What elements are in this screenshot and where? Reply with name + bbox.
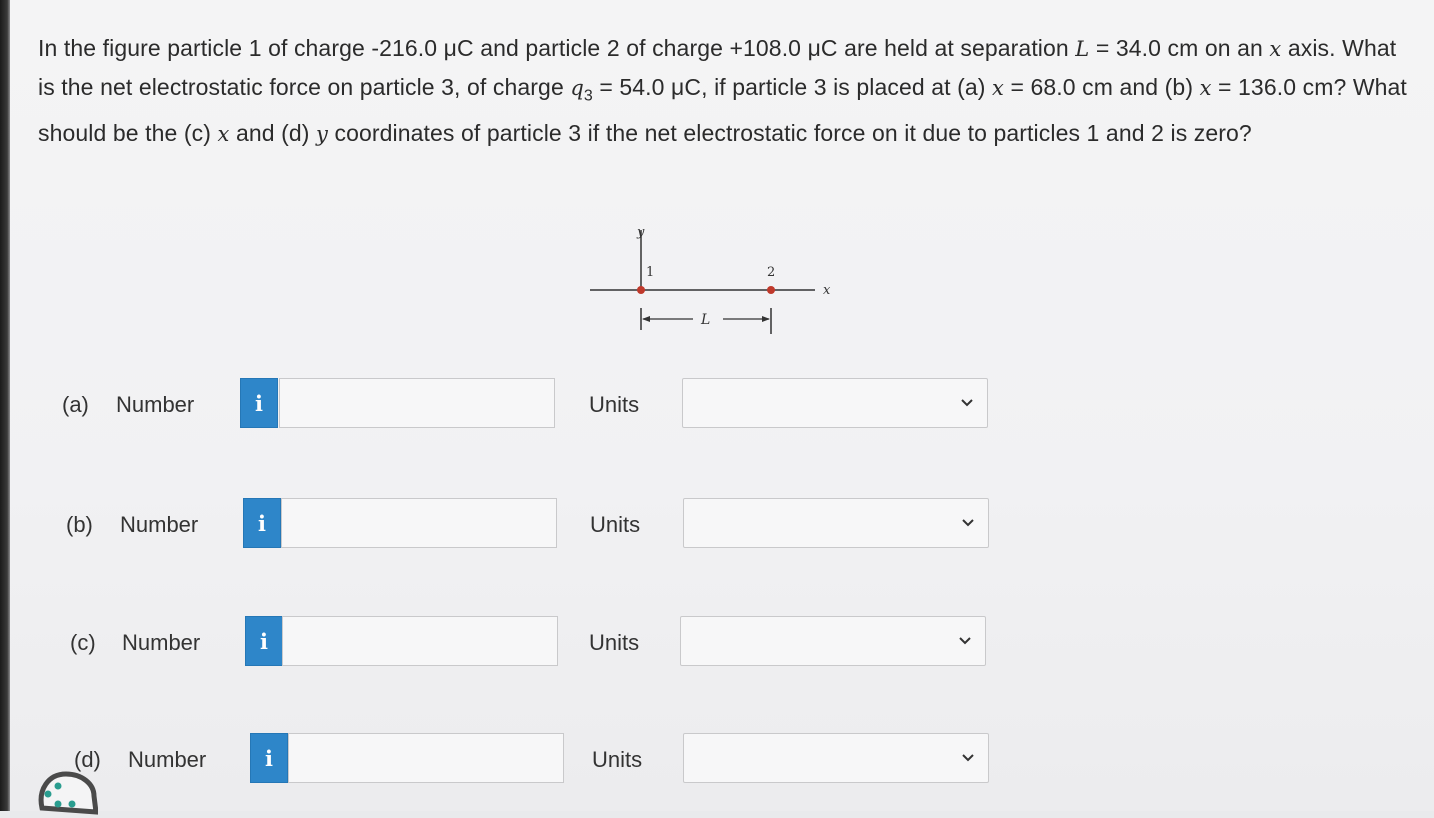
math-var-y: y	[316, 121, 328, 146]
units-select-b[interactable]	[683, 498, 989, 548]
particle-1-label: 1	[646, 265, 654, 280]
units-select-a[interactable]	[682, 378, 988, 428]
math-var-x: x	[992, 75, 1004, 100]
info-icon[interactable]: i	[250, 733, 288, 783]
info-icon[interactable]: i	[243, 498, 281, 548]
question-segment: In the figure particle 1 of charge -216.…	[38, 35, 1076, 61]
part-label: (c)	[70, 630, 96, 655]
chevron-down-icon	[962, 754, 974, 762]
particle-figure: y x 1 2 L	[590, 225, 831, 334]
particle-2	[767, 286, 775, 294]
number-label: Number	[122, 630, 201, 655]
question-segment: = 34.0 cm on an	[1089, 35, 1270, 61]
math-subscript: 3	[583, 87, 593, 105]
number-input-a[interactable]	[279, 378, 555, 428]
units-label: Units	[589, 630, 640, 655]
chevron-down-icon	[959, 637, 971, 645]
question-segment: coordinates of particle 3 if the net ele…	[328, 119, 1252, 146]
question-segment: and (d)	[229, 119, 317, 146]
answer-row-d: (d) Number i Units	[0, 733, 1000, 787]
chevron-down-icon	[961, 399, 973, 407]
math-var-q: q	[570, 75, 584, 100]
separation-label: L	[700, 312, 710, 328]
units-label: Units	[589, 392, 640, 417]
units-select-c[interactable]	[680, 616, 986, 666]
math-var-x: x	[1269, 37, 1282, 61]
number-label: Number	[120, 512, 199, 537]
number-input-b[interactable]	[281, 498, 557, 548]
number-input-c[interactable]	[282, 616, 558, 666]
x-axis-label: x	[823, 283, 831, 298]
arrowhead-right	[762, 316, 770, 322]
math-var-L: L	[1075, 37, 1090, 61]
units-label: Units	[590, 512, 641, 537]
units-select-d[interactable]	[683, 733, 989, 783]
math-var-x: x	[1199, 75, 1212, 100]
particle-2-label: 2	[767, 265, 775, 280]
part-label: (b)	[66, 512, 93, 537]
chevron-down-icon	[962, 519, 974, 527]
info-icon[interactable]: i	[245, 616, 283, 666]
part-label: (a)	[62, 392, 89, 417]
info-icon[interactable]: i	[240, 378, 278, 428]
number-label: Number	[128, 747, 207, 772]
answer-row-a: (a) Number i Units	[0, 378, 1000, 432]
units-label: Units	[592, 747, 643, 772]
number-input-d[interactable]	[288, 733, 564, 783]
particle-1	[637, 286, 645, 294]
answer-row-b: (b) Number i Units	[0, 498, 1000, 552]
math-var-x: x	[217, 121, 230, 146]
arrowhead-left	[642, 316, 650, 322]
number-label: Number	[116, 392, 195, 417]
question-segment: = 68.0 cm and (b)	[1003, 73, 1200, 100]
question-text: In the figure particle 1 of charge -216.…	[38, 30, 1408, 153]
question-segment: = 54.0 μC, if particle 3 is placed at (a…	[592, 73, 993, 100]
answer-row-c: (c) Number i Units	[0, 616, 1000, 670]
y-axis-label: y	[636, 225, 645, 240]
